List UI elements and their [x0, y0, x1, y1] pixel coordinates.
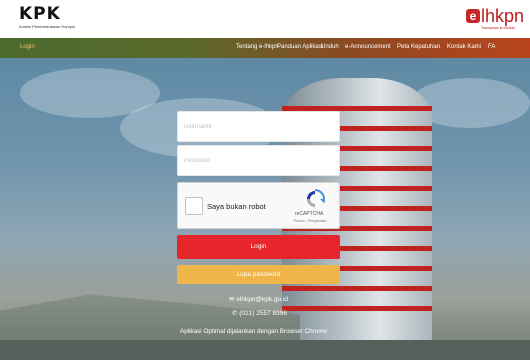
- contact-email-text: elhkpn@kpk.go.id: [236, 296, 289, 303]
- navbar: Login Tentang e-lhkpn Panduan Aplikasi U…: [0, 38, 530, 58]
- envelope-icon: ✉: [229, 296, 235, 303]
- nav-item-peta[interactable]: Peta Kepatuhan: [397, 44, 440, 50]
- phone-icon: ✆: [232, 310, 238, 317]
- nav-item-tentang[interactable]: Tentang e-lhkpn: [236, 44, 279, 50]
- nav-item-unduh[interactable]: Unduh: [321, 44, 339, 50]
- browser-note: Aplikasi Optimal dijalankan dengan Brows…: [180, 328, 327, 335]
- building-stripe: [282, 286, 432, 291]
- kpk-logo-text: KPK: [19, 4, 61, 24]
- recaptcha-links[interactable]: Privasi - Persyaratan: [294, 219, 326, 223]
- login-button[interactable]: Login: [177, 235, 340, 259]
- elhkpn-e-icon: e: [466, 9, 480, 23]
- elhkpn-tagline: Transparan itu Mudah: [481, 26, 516, 30]
- nav-item-panduan[interactable]: Panduan Aplikasi: [277, 44, 323, 50]
- building-stripe: [282, 306, 432, 311]
- recaptcha-label: Saya bukan robot: [207, 202, 266, 211]
- ground: [0, 340, 530, 360]
- nav-item-faq[interactable]: FA: [488, 44, 495, 50]
- password-input[interactable]: [177, 145, 340, 176]
- header: KPK Komisi Pemberantasan Korupsi e lhkpn…: [0, 0, 530, 38]
- kpk-logo-subtitle: Komisi Pemberantasan Korupsi: [19, 24, 76, 29]
- forgot-password-button[interactable]: Lupa password: [177, 265, 340, 284]
- kpk-logo[interactable]: KPK Komisi Pemberantasan Korupsi: [19, 6, 89, 34]
- elhkpn-wordmark: lhkpn: [481, 6, 525, 26]
- nav-item-announcement[interactable]: e-Announcement: [345, 44, 391, 50]
- nav-login[interactable]: Login: [20, 44, 35, 50]
- contact-phone: ✆ (021) 2557 8396: [232, 309, 287, 317]
- elhkpn-logo[interactable]: e lhkpn Transparan itu Mudah: [466, 6, 530, 35]
- recaptcha-icon: [307, 189, 325, 207]
- contact-email[interactable]: ✉ elhkpn@kpk.go.id: [229, 295, 288, 303]
- recaptcha-widget: Saya bukan robot reCAPTCHA Privasi - Per…: [177, 182, 340, 229]
- recaptcha-brand: reCAPTCHA: [295, 211, 324, 217]
- contact-phone-text: (021) 2557 8396: [239, 310, 287, 317]
- nav-item-kontak[interactable]: Kontak Kami: [447, 44, 481, 50]
- username-input[interactable]: [177, 111, 340, 142]
- recaptcha-checkbox[interactable]: [185, 197, 203, 215]
